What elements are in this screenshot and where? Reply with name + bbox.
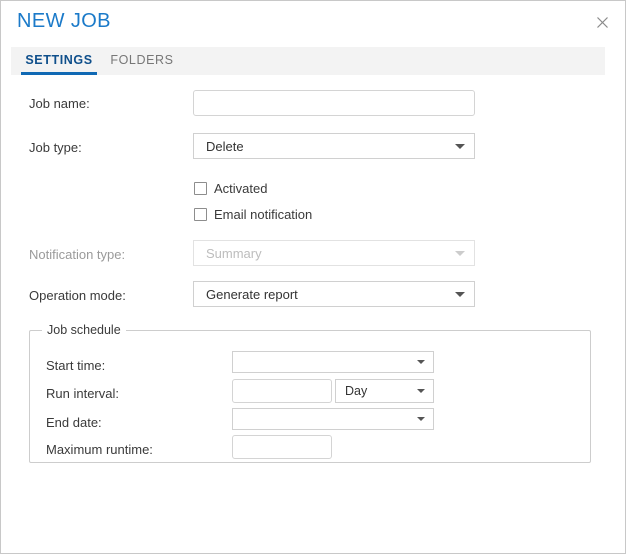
notification-type-label: Notification type:	[29, 247, 125, 262]
tab-folders-label: FOLDERS	[110, 53, 173, 67]
activated-label: Activated	[214, 181, 267, 196]
job-name-input[interactable]	[193, 90, 475, 116]
run-interval-unit-dropdown[interactable]: Day	[335, 379, 434, 403]
operation-mode-value: Generate report	[206, 282, 298, 306]
job-type-dropdown[interactable]: Delete	[193, 133, 475, 159]
email-notification-checkbox[interactable]: Email notification	[194, 207, 312, 222]
activated-checkbox[interactable]: Activated	[194, 181, 267, 196]
notification-type-value: Summary	[206, 241, 262, 265]
run-interval-input[interactable]	[232, 379, 332, 403]
job-type-value: Delete	[206, 134, 244, 158]
start-time-dropdown[interactable]	[232, 351, 434, 373]
chevron-down-icon	[455, 251, 465, 256]
settings-form: Job name: Job type: Delete Activated Ema…	[1, 75, 625, 554]
checkbox-icon	[194, 208, 207, 221]
job-schedule-legend: Job schedule	[42, 323, 126, 337]
dialog-titlebar: NEW JOB	[1, 1, 625, 47]
job-schedule-group: Job schedule Start time: Run interval: D…	[29, 330, 591, 463]
run-interval-unit-value: Day	[345, 380, 367, 402]
maximum-runtime-input[interactable]	[232, 435, 332, 459]
chevron-down-icon	[455, 292, 465, 297]
email-notification-label: Email notification	[214, 207, 312, 222]
notification-type-dropdown: Summary	[193, 240, 475, 266]
checkbox-icon	[194, 182, 207, 195]
operation-mode-dropdown[interactable]: Generate report	[193, 281, 475, 307]
job-name-label: Job name:	[29, 96, 90, 111]
chevron-down-icon	[417, 360, 425, 364]
chevron-down-icon	[417, 389, 425, 393]
maximum-runtime-label: Maximum runtime:	[46, 442, 153, 457]
close-button[interactable]	[585, 7, 619, 37]
tab-bar: SETTINGS FOLDERS	[11, 47, 605, 75]
page-title: NEW JOB	[17, 10, 111, 33]
tab-settings-label: SETTINGS	[25, 53, 92, 67]
operation-mode-label: Operation mode:	[29, 288, 126, 303]
chevron-down-icon	[455, 144, 465, 149]
start-time-label: Start time:	[46, 358, 105, 373]
new-job-dialog: NEW JOB SETTINGS FOLDERS Job name: Job t…	[0, 0, 626, 554]
run-interval-label: Run interval:	[46, 386, 119, 401]
tab-settings[interactable]: SETTINGS	[21, 47, 97, 75]
chevron-down-icon	[417, 417, 425, 421]
tab-folders[interactable]: FOLDERS	[107, 47, 177, 75]
end-date-label: End date:	[46, 415, 102, 430]
end-date-dropdown[interactable]	[232, 408, 434, 430]
close-icon	[596, 16, 609, 29]
job-type-label: Job type:	[29, 140, 82, 155]
